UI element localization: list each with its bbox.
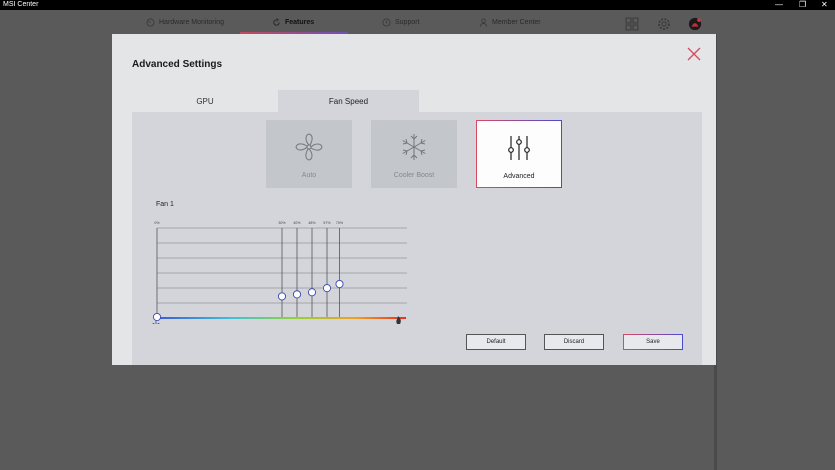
default-button[interactable]: Default [466,334,526,350]
nav-hardware-monitoring[interactable]: Hardware Monitoring [146,10,224,34]
mode-label: Advanced [503,173,535,180]
chart-guides [156,228,340,317]
curve-point-handle[interactable] [152,312,162,322]
nav-label: Support [395,18,420,26]
minimize-icon[interactable]: — [775,0,783,10]
window-titlebar: MSI Center — ❐ ✕ [0,0,835,10]
close-window-icon[interactable]: ✕ [821,0,828,10]
snowflake-icon [152,321,160,324]
point-label: 48% [308,221,316,225]
nav-label: Member Center [492,18,541,26]
refresh-icon [273,17,280,26]
curve-point-handle[interactable] [292,290,302,299]
tab-fan-speed[interactable]: Fan Speed [278,90,419,112]
dialog-title: Advanced Settings [132,59,223,70]
sliders-icon [508,136,530,160]
tab-label: GPU [196,96,214,106]
point-label: 30% [278,221,286,225]
window-title: MSI Center [3,1,39,8]
curve-point-handle[interactable] [322,284,332,293]
tab-gpu[interactable]: GPU [132,90,278,112]
nav-member-center[interactable]: Member Center [479,10,541,34]
temperature-gradient-bar [156,317,406,319]
curve-point-handle[interactable] [277,292,287,301]
save-button[interactable]: Save [623,334,683,350]
nav-label: Features [285,18,315,26]
nav-support[interactable]: Support [382,10,420,34]
tab-label: Fan Speed [328,96,369,106]
nav-label: Hardware Monitoring [159,18,224,26]
fan-speed-panel: Auto Cooler Boost Advanced Fan 1 0% 30% … [132,112,702,365]
mode-cooler-boost[interactable]: Cooler Boost [371,120,457,188]
point-label: 57% [323,221,331,225]
point-label: 40% [293,221,301,225]
point-label: 70% [336,221,344,225]
discard-button[interactable]: Discard [544,334,604,350]
avatar[interactable] [687,17,703,31]
app-body: Hardware Monitoring Features Support Mem… [0,10,835,470]
point-label: 0% [154,221,160,225]
fan-label: Fan 1 [156,201,174,208]
curve-point-handle[interactable] [307,288,317,297]
curve-point-handle[interactable] [335,279,344,289]
user-icon [479,18,488,27]
fan-curve-chart[interactable]: 0% 30% 40% 48% 57% 70% [152,214,412,324]
restore-icon[interactable]: ❐ [799,0,806,10]
snowflake-icon [402,134,426,160]
gauge-icon [146,18,155,26]
settings-tabs: GPU Fan Speed [132,90,702,112]
gear-icon[interactable] [657,17,671,31]
mode-advanced[interactable]: Advanced [476,120,562,188]
close-icon[interactable] [686,46,702,62]
mode-auto[interactable]: Auto [266,120,352,188]
mode-label: Cooler Boost [393,172,435,179]
support-icon [382,18,391,26]
fan-icon [295,133,323,161]
grid-icon[interactable] [625,17,639,31]
nav-features[interactable]: Features [272,10,314,34]
advanced-settings-dialog: Advanced Settings GPU Fan Speed Auto Coo… [112,34,716,365]
mode-label: Auto [301,172,317,179]
top-navigation: Hardware Monitoring Features Support Mem… [0,10,835,34]
